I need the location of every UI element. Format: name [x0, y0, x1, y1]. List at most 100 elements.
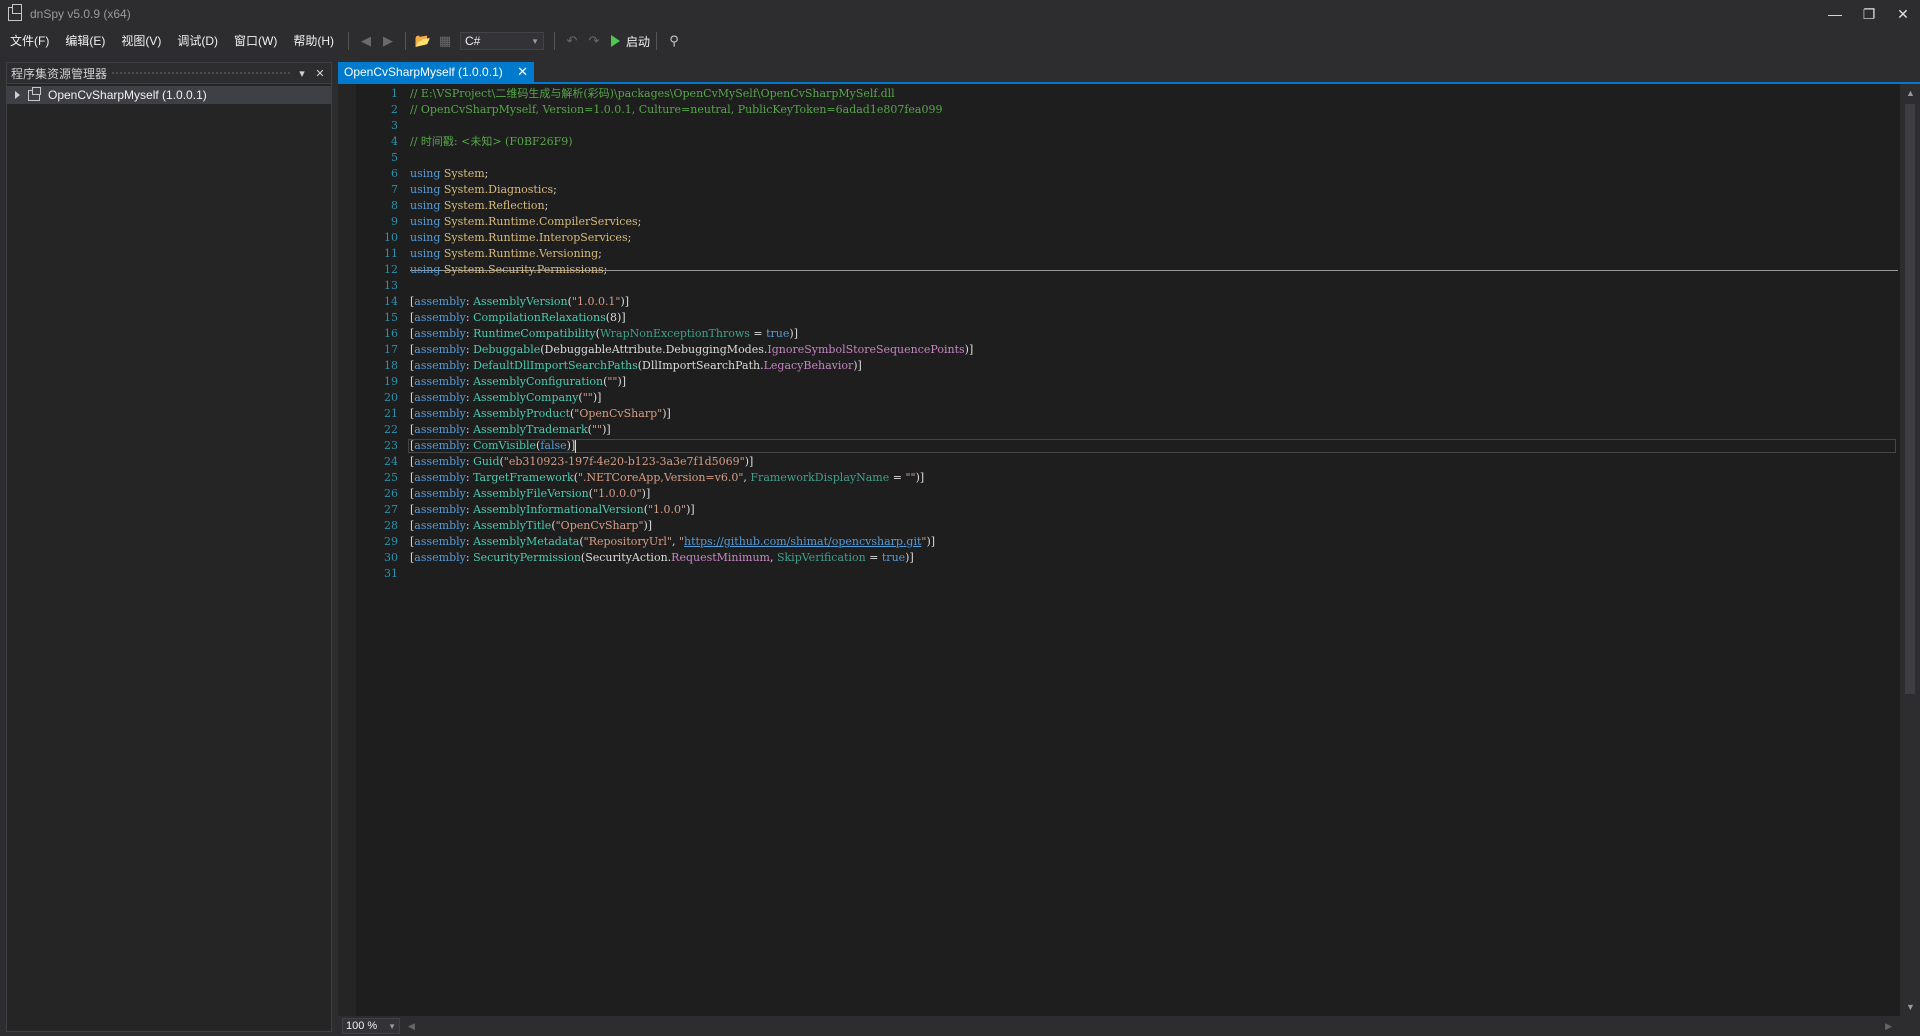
back-icon[interactable]: ◀ — [356, 31, 376, 51]
menu-file[interactable]: 文件(F) — [2, 30, 57, 52]
code-line[interactable]: [assembly: ComVisible(false)] — [410, 438, 577, 454]
scroll-thumb[interactable] — [1905, 104, 1915, 694]
code-line[interactable]: using System.Runtime.CompilerServices; — [410, 214, 641, 230]
code-line[interactable]: [assembly: Debuggable(DebuggableAttribut… — [410, 342, 973, 358]
code-line[interactable]: [assembly: AssemblyTitle("OpenCvSharp")] — [410, 518, 652, 534]
tab-close-icon[interactable]: ✕ — [517, 64, 528, 80]
code-line[interactable]: // 时间戳: <未知> (F0BF26F9) — [410, 134, 573, 150]
menu-view[interactable]: 视图(V) — [113, 30, 169, 52]
line-number: 9 — [391, 215, 398, 228]
code-line[interactable]: [assembly: AssemblyFileVersion("1.0.0.0"… — [410, 486, 650, 502]
code-line[interactable]: using System; — [410, 166, 488, 182]
open-file-icon[interactable]: 📂 — [413, 31, 433, 51]
code-token: )] — [620, 295, 630, 308]
code-token: System — [443, 167, 485, 180]
code-line[interactable]: [assembly: TargetFramework(".NETCoreApp,… — [410, 470, 924, 486]
code-token: )] — [926, 535, 936, 548]
toolbar-separator — [656, 32, 658, 50]
code-line[interactable]: [assembly: AssemblyVersion("1.0.0.1")] — [410, 294, 629, 310]
code-line[interactable]: [assembly: RuntimeCompatibility(WrapNonE… — [410, 326, 798, 342]
code-token: "" — [905, 471, 916, 484]
redo-icon[interactable]: ↷ — [584, 31, 604, 51]
panel-grip[interactable] — [103, 71, 297, 75]
code-line[interactable]: // E:\VSProject\二维码生成与解析(彩码)\packages\Op… — [410, 86, 895, 102]
code-editor[interactable]: 1 2 3 4 5 6 7 8 9 10 11 12 13 14 15 16 17 18 19 20 21 22 23 24 2… — [338, 84, 1900, 1016]
code-token: System.Diagnostics — [443, 183, 554, 196]
forward-icon[interactable]: ▶ — [378, 31, 398, 51]
tree-item-assembly[interactable]: OpenCvSharpMyself (1.0.0.1) — [7, 86, 331, 104]
code-line[interactable]: [assembly: Guid("eb310923-197f-4e20-b123… — [410, 454, 753, 470]
editor-margin — [338, 84, 356, 1016]
code-line[interactable]: using System.Diagnostics; — [410, 182, 557, 198]
code-token: AssemblyTitle — [473, 519, 552, 532]
open-list-icon[interactable]: ▦ — [435, 31, 455, 51]
code-line[interactable]: [assembly: SecurityPermission(SecurityAc… — [410, 550, 914, 566]
restore-icon[interactable]: ❐ — [1852, 0, 1886, 28]
run-button[interactable]: 启动 — [611, 33, 650, 50]
language-value: C# — [465, 34, 481, 48]
code-token: using — [410, 263, 441, 276]
code-token: )] — [905, 551, 914, 564]
code-token: "1.0.0.1" — [571, 295, 621, 308]
expand-arrow-icon[interactable] — [15, 91, 20, 99]
code-token: System.Runtime.Versioning — [443, 247, 599, 260]
menu-help[interactable]: 帮助(H) — [285, 30, 342, 52]
close-icon[interactable]: ✕ — [1886, 0, 1920, 28]
undo-icon[interactable]: ↶ — [562, 31, 582, 51]
code-line[interactable]: [assembly: AssemblyConfiguration("")] — [410, 374, 626, 390]
code-token: ".NETCoreApp,Version=v6.0" — [577, 471, 744, 484]
code-token: assembly — [414, 551, 466, 564]
toolbar-separator — [554, 32, 555, 50]
code-token: CompilationRelaxations — [473, 311, 606, 324]
code-line[interactable]: using System.Runtime.InteropServices; — [410, 230, 631, 246]
code-token: = — [889, 471, 906, 484]
code-line[interactable]: [assembly: AssemblyProduct("OpenCvSharp"… — [410, 406, 671, 422]
code-token: )] — [686, 503, 695, 516]
menu-debug[interactable]: 调试(D) — [169, 30, 226, 52]
panel-close-icon[interactable]: ✕ — [313, 67, 327, 80]
code-area[interactable]: // E:\VSProject\二维码生成与解析(彩码)\packages\Op… — [410, 84, 1900, 1016]
code-line[interactable]: using System.Runtime.Versioning; — [410, 246, 602, 262]
code-line[interactable]: [assembly: CompilationRelaxations(8)] — [410, 310, 626, 326]
code-token: assembly — [414, 503, 466, 516]
line-number: 13 — [384, 279, 398, 292]
code-line[interactable]: [assembly: DefaultDllImportSearchPaths(D… — [410, 358, 862, 374]
search-icon[interactable]: ⚲ — [664, 31, 684, 51]
vertical-scrollbar[interactable]: ▲ ▼ — [1900, 84, 1920, 1016]
minimize-icon[interactable]: — — [1818, 0, 1852, 28]
menu-edit[interactable]: 编辑(E) — [57, 30, 113, 52]
code-token: using — [410, 199, 441, 212]
code-token: "" — [591, 423, 603, 436]
menu-window[interactable]: 窗口(W) — [226, 30, 285, 52]
zoom-select[interactable]: 100 % ▼ — [342, 1018, 400, 1034]
code-token: "eb310923-197f-4e20-b123-3a3e7f1d5069" — [503, 455, 745, 468]
line-number: 11 — [384, 247, 398, 260]
code-token: : — [465, 327, 474, 340]
code-token[interactable]: https://github.com/shimat/opencvsharp.gi… — [684, 535, 921, 548]
code-line[interactable]: using System.Reflection; — [410, 198, 548, 214]
code-token: = — [865, 551, 882, 564]
scroll-up-icon[interactable]: ▲ — [1906, 88, 1915, 98]
scroll-left-icon[interactable]: ◀ — [408, 1021, 415, 1032]
code-token: : — [465, 423, 474, 436]
app-icon — [8, 4, 22, 21]
code-token: SecurityAction — [585, 551, 668, 564]
code-token: : — [465, 487, 474, 500]
line-number: 26 — [384, 487, 398, 500]
panel-menu-icon[interactable]: ▾ — [295, 67, 309, 80]
code-token: AssemblyTrademark — [473, 423, 588, 436]
code-line[interactable]: [assembly: AssemblyMetadata("RepositoryU… — [410, 534, 935, 550]
code-line[interactable]: using System.Security.Permissions; — [410, 262, 607, 278]
language-select[interactable]: C# ▼ — [460, 32, 544, 50]
code-line[interactable]: [assembly: AssemblyInformationalVersion(… — [410, 502, 695, 518]
tab-opencvsharpmyself[interactable]: OpenCvSharpMyself (1.0.0.1) ✕ — [338, 62, 534, 82]
code-token: assembly — [414, 359, 466, 372]
scroll-down-icon[interactable]: ▼ — [1906, 1002, 1915, 1012]
scroll-right-icon[interactable]: ▶ — [1885, 1021, 1892, 1032]
horizontal-scrollbar[interactable] — [423, 1020, 1869, 1032]
document-tab-row: OpenCvSharpMyself (1.0.0.1) ✕ — [338, 62, 1920, 84]
code-line[interactable]: [assembly: AssemblyTrademark("")] — [410, 422, 611, 438]
code-token: : — [465, 439, 474, 452]
code-line[interactable]: // OpenCvSharpMyself, Version=1.0.0.1, C… — [410, 102, 943, 118]
code-line[interactable]: [assembly: AssemblyCompany("")] — [410, 390, 601, 406]
